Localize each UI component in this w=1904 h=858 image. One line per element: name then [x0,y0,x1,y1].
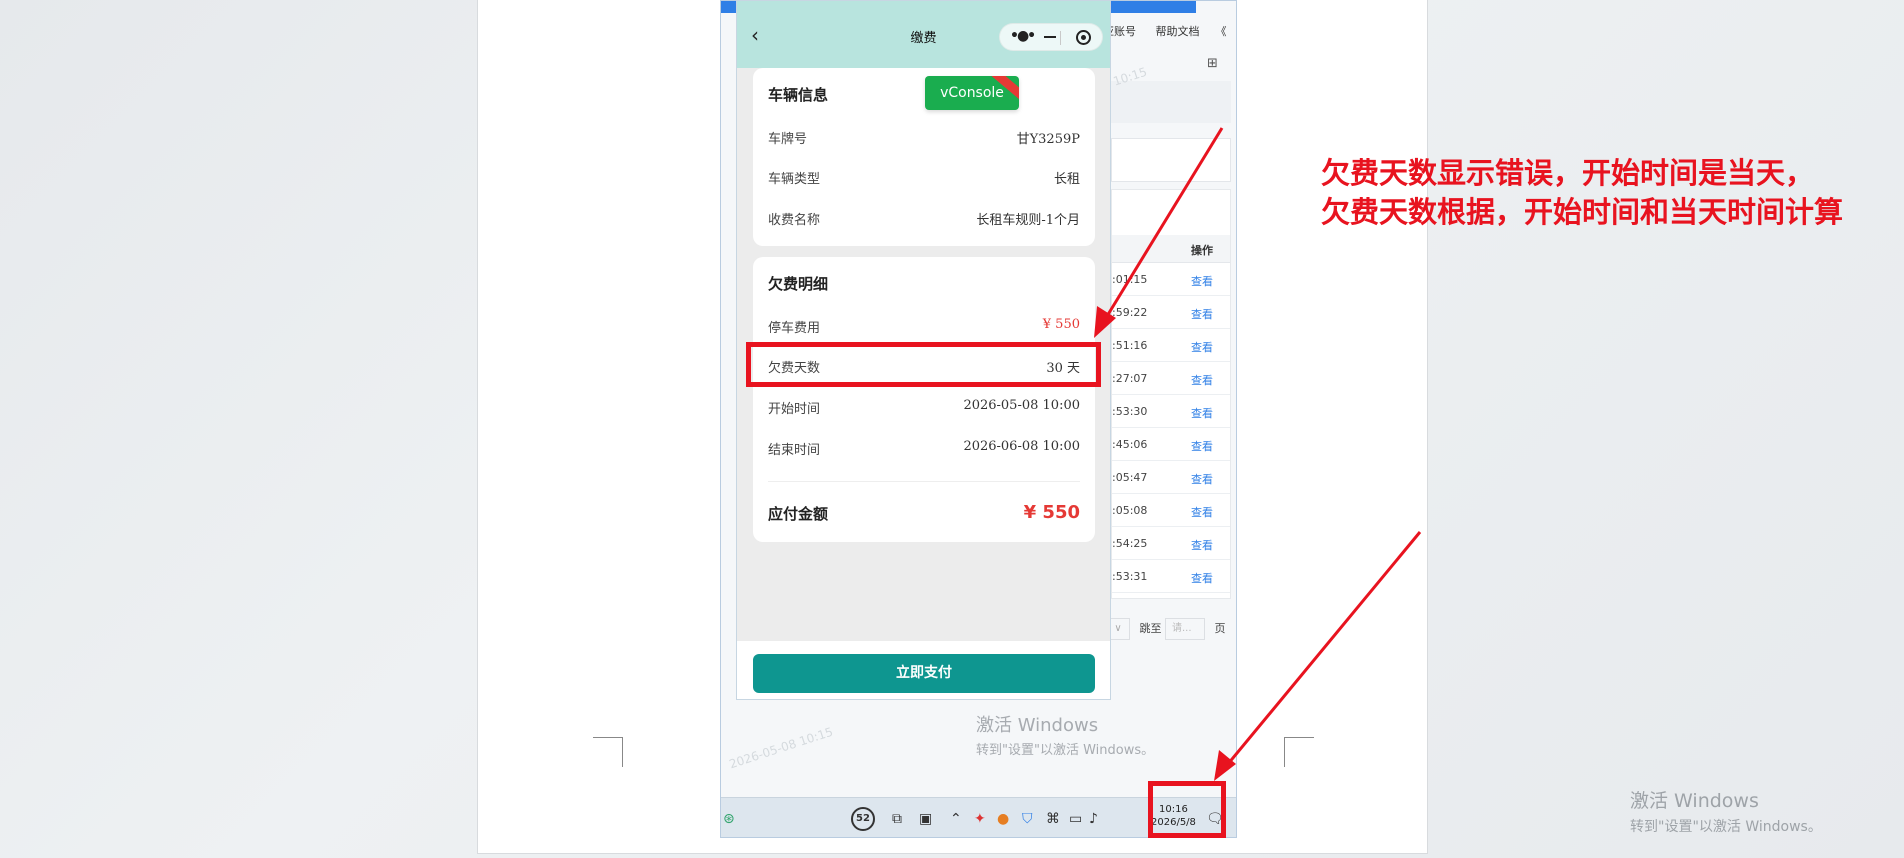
annotation-line-2: 欠费天数根据，开始时间和当天时间计算 [1321,195,1844,229]
arrow-line-to-days [1099,127,1224,327]
annotation-arrows [1094,127,1422,781]
windows-activation-watermark: 激活 Windows 转到"设置"以激活 Windows。 [1630,786,1822,836]
os-watermark-title: 激活 Windows [1630,790,1759,812]
annotation-line-1: 欠费天数显示错误，开始时间是当天， [1321,156,1815,190]
arrow-head-to-clock [1214,750,1236,781]
arrow-head-to-days [1094,306,1116,338]
os-watermark-subtitle: 转到"设置"以激活 Windows。 [1630,819,1822,835]
bug-annotation: 欠费天数显示错误，开始时间是当天， 欠费天数根据，开始时间和当天时间计算 [1321,154,1843,232]
arrow-line-to-clock [1221,531,1422,771]
